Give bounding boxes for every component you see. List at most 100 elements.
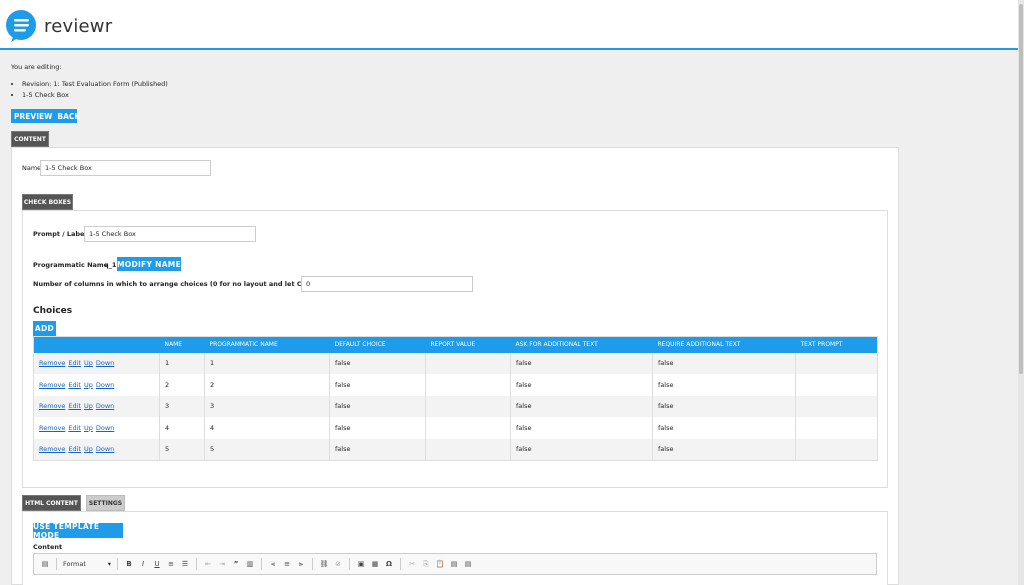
bold-icon[interactable]: B <box>124 560 134 568</box>
choices-heading: Choices <box>33 306 73 316</box>
back-button[interactable]: BACK <box>57 112 80 121</box>
name-field[interactable]: 1-5 Check Box <box>40 160 211 176</box>
edit-link[interactable]: Edit <box>68 381 81 389</box>
edit-link[interactable]: Edit <box>68 402 81 410</box>
blockquote-icon[interactable]: ” <box>231 560 241 568</box>
table-header-row: NAME PROGRAMMATIC NAME DEFAULT CHOICE RE… <box>33 336 878 353</box>
cut-icon[interactable]: ✂ <box>407 560 417 568</box>
table-row: Remove Edit Up Down 3 3 false false false <box>33 395 878 417</box>
cell-default-choice: false <box>329 438 426 460</box>
app-name: reviewr <box>44 16 113 37</box>
outdent-icon[interactable]: ⇤ <box>203 560 213 568</box>
cell-require-additional-text: false <box>652 352 796 374</box>
align-left-icon[interactable]: ⫷ <box>268 560 278 569</box>
remove-link[interactable]: Remove <box>39 402 65 410</box>
tab-content[interactable]: CONTENT <box>11 131 49 147</box>
bulleted-list-icon[interactable]: ☰ <box>180 560 190 568</box>
remove-link[interactable]: Remove <box>39 445 65 453</box>
cell-report-value <box>425 417 511 439</box>
modify-name-button[interactable]: MODIFY NAME <box>117 257 181 271</box>
row-actions: Remove Edit Up Down <box>33 352 160 374</box>
column-header-default-choice: DEFAULT CHOICE <box>329 336 426 353</box>
cell-programmatic-name: 3 <box>204 395 330 417</box>
remove-link[interactable]: Remove <box>39 424 65 432</box>
down-link[interactable]: Down <box>96 381 114 389</box>
unlink-icon[interactable]: ⊘ <box>333 560 343 568</box>
table-row: Remove Edit Up Down 1 1 false false false <box>33 352 878 374</box>
paste-icon[interactable]: 📋 <box>435 560 445 568</box>
cell-report-value <box>425 352 511 374</box>
remove-link[interactable]: Remove <box>39 381 65 389</box>
cell-report-value <box>425 438 511 460</box>
cell-name: 4 <box>159 417 205 439</box>
prompt-label: Prompt / Label <box>33 230 87 238</box>
cell-name: 3 <box>159 395 205 417</box>
table-row: Remove Edit Up Down 5 5 false false false <box>33 438 878 460</box>
cell-require-additional-text: false <box>652 438 796 460</box>
up-link[interactable]: Up <box>84 381 93 389</box>
breadcrumb: Revision: 1: Test Evaluation Form (Publi… <box>22 80 168 102</box>
prompt-field[interactable]: 1-5 Check Box <box>84 226 256 242</box>
paste-text-icon[interactable]: ▤ <box>449 560 459 568</box>
cell-default-choice: false <box>329 395 426 417</box>
italic-icon[interactable]: I <box>138 560 148 568</box>
down-link[interactable]: Down <box>96 424 114 432</box>
tab-check-boxes[interactable]: CHECK BOXES <box>22 194 73 210</box>
page-scrollbar[interactable] <box>1018 0 1024 585</box>
row-actions: Remove Edit Up Down <box>33 395 160 417</box>
row-actions: Remove Edit Up Down <box>33 417 160 439</box>
edit-link[interactable]: Edit <box>68 445 81 453</box>
preview-button[interactable]: PREVIEW <box>14 112 52 121</box>
column-header-programmatic-name: PROGRAMMATIC NAME <box>204 336 330 353</box>
up-link[interactable]: Up <box>84 424 93 432</box>
cell-text-prompt <box>795 352 878 374</box>
format-select[interactable]: Format ▾ <box>63 560 111 568</box>
row-actions: Remove Edit Up Down <box>33 438 160 460</box>
cell-ask-additional-text: false <box>510 395 653 417</box>
div-icon[interactable]: ▥ <box>245 560 255 568</box>
up-link[interactable]: Up <box>84 402 93 410</box>
edit-link[interactable]: Edit <box>68 359 81 367</box>
cell-programmatic-name: 5 <box>204 438 330 460</box>
cell-default-choice: false <box>329 417 426 439</box>
up-link[interactable]: Up <box>84 445 93 453</box>
logo-icon <box>6 10 36 42</box>
editing-label: You are editing: <box>11 63 62 71</box>
template-mode-button[interactable]: USE TEMPLATE MODE <box>33 522 123 540</box>
cell-programmatic-name: 4 <box>204 417 330 439</box>
row-actions: Remove Edit Up Down <box>33 374 160 396</box>
down-link[interactable]: Down <box>96 359 114 367</box>
content-label: Content <box>33 543 63 551</box>
special-char-icon[interactable]: Ω <box>384 560 394 568</box>
underline-icon[interactable]: U <box>152 560 162 568</box>
link-icon[interactable]: ⛓ <box>319 560 329 568</box>
edit-link[interactable]: Edit <box>68 424 81 432</box>
format-select-label: Format <box>63 560 86 568</box>
up-link[interactable]: Up <box>84 359 93 367</box>
document-icon[interactable]: ▤ <box>40 560 50 568</box>
column-header-ask-additional-text: ASK FOR ADDITIONAL TEXT <box>510 336 653 353</box>
table-icon[interactable]: ▦ <box>370 560 380 568</box>
columns-field[interactable]: 0 <box>301 276 473 292</box>
numbered-list-icon[interactable]: ≡ <box>166 560 176 568</box>
chevron-down-icon: ▾ <box>107 560 111 568</box>
programmatic-name-label: Programmatic Name <box>33 261 109 269</box>
indent-icon[interactable]: ⇥ <box>217 560 227 568</box>
remove-link[interactable]: Remove <box>39 359 65 367</box>
align-right-icon[interactable]: ⫸ <box>296 560 306 569</box>
paste-word-icon[interactable]: ▤ <box>463 560 473 568</box>
align-center-icon[interactable]: ≡ <box>282 560 292 568</box>
image-icon[interactable]: ▣ <box>356 560 366 568</box>
tab-settings[interactable]: SETTINGS <box>86 495 125 511</box>
programmatic-name-value: q_1 <box>104 261 117 269</box>
add-choice-button[interactable]: ADD <box>33 321 56 336</box>
down-link[interactable]: Down <box>96 402 114 410</box>
table-row: Remove Edit Up Down 4 4 false false false <box>33 417 878 439</box>
copy-icon[interactable]: ⎘ <box>421 560 431 569</box>
cell-name: 2 <box>159 374 205 396</box>
cell-require-additional-text: false <box>652 417 796 439</box>
cell-require-additional-text: false <box>652 374 796 396</box>
down-link[interactable]: Down <box>96 445 114 453</box>
tab-html-content[interactable]: HTML CONTENT <box>22 495 81 511</box>
cell-ask-additional-text: false <box>510 438 653 460</box>
